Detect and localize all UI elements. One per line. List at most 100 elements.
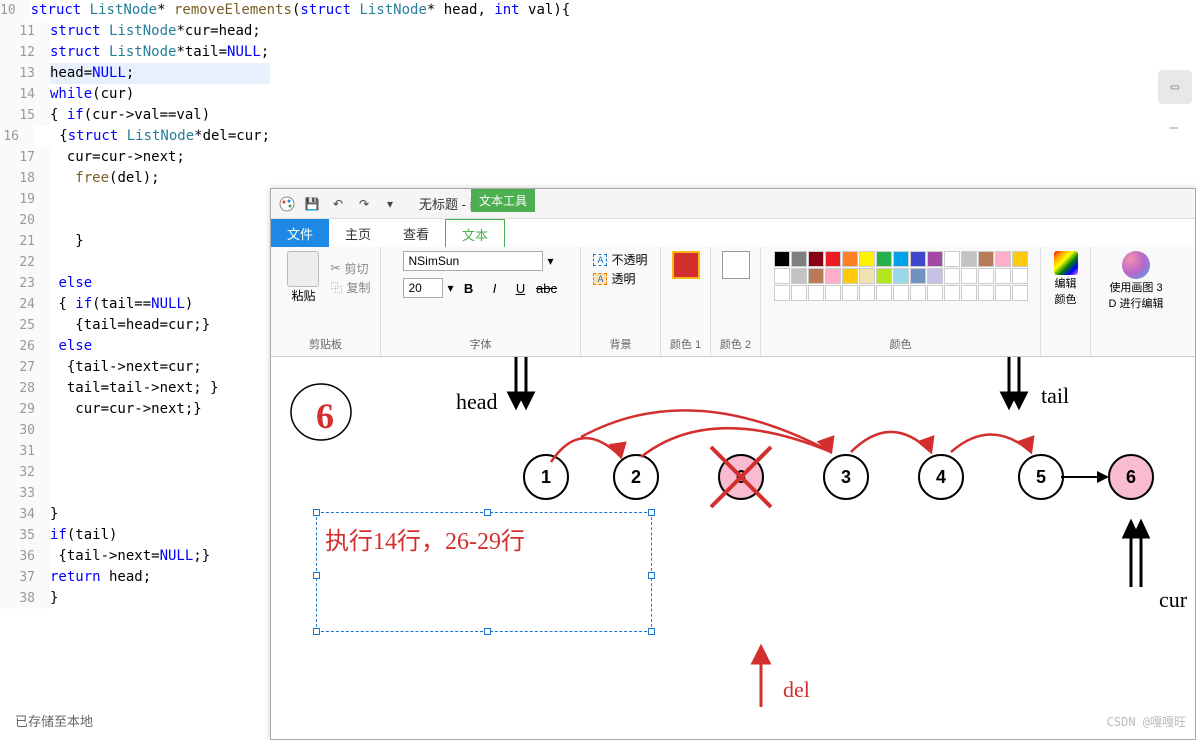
code-line-26[interactable]: 26 else: [0, 336, 270, 357]
code-line-35[interactable]: 35if(tail): [0, 525, 270, 546]
palette-color[interactable]: [995, 285, 1011, 301]
palette-color[interactable]: [774, 251, 790, 267]
code-line-28[interactable]: 28 tail=tail->next; }: [0, 378, 270, 399]
palette-color[interactable]: [876, 251, 892, 267]
palette-color[interactable]: [910, 268, 926, 284]
code-line-18[interactable]: 18 free(del);: [0, 168, 270, 189]
code-line-14[interactable]: 14while(cur): [0, 84, 270, 105]
code-line-36[interactable]: 36 {tail->next=NULL;}: [0, 546, 270, 567]
palette-color[interactable]: [995, 268, 1011, 284]
palette-color[interactable]: [995, 251, 1011, 267]
palette-color[interactable]: [842, 251, 858, 267]
qat-dropdown-icon[interactable]: ▾: [381, 195, 399, 213]
code-line-33[interactable]: 33: [0, 483, 270, 504]
code-line-25[interactable]: 25 {tail=head=cur;}: [0, 315, 270, 336]
palette-color[interactable]: [893, 268, 909, 284]
palette-color[interactable]: [825, 285, 841, 301]
palette-color[interactable]: [978, 251, 994, 267]
code-line-19[interactable]: 19: [0, 189, 270, 210]
paint-canvas[interactable]: 1263456: [271, 357, 1195, 739]
code-line-27[interactable]: 27 {tail->next=cur;: [0, 357, 270, 378]
paint3d-button[interactable]: 使用画图 3 D 进行编辑: [1108, 251, 1164, 311]
undo-icon[interactable]: ↶: [329, 195, 347, 213]
palette-color[interactable]: [876, 285, 892, 301]
palette-color[interactable]: [978, 268, 994, 284]
color1-button[interactable]: [672, 251, 700, 281]
palette-color[interactable]: [927, 268, 943, 284]
transparent-option[interactable]: A透明: [593, 270, 647, 287]
code-line-17[interactable]: 17 cur=cur->next;: [0, 147, 270, 168]
paste-button[interactable]: 粘贴: [280, 251, 326, 304]
edit-colors-button[interactable]: 编辑 颜色: [1038, 251, 1094, 307]
palette-color[interactable]: [876, 268, 892, 284]
cut-button[interactable]: ✂剪切: [330, 260, 370, 277]
code-line-11[interactable]: 11struct ListNode*cur=head;: [0, 21, 270, 42]
palette-color[interactable]: [842, 285, 858, 301]
palette-color[interactable]: [1012, 285, 1028, 301]
palette-color[interactable]: [927, 285, 943, 301]
palette-color[interactable]: [808, 285, 824, 301]
code-line-23[interactable]: 23 else: [0, 273, 270, 294]
text-input-frame[interactable]: 执行14行，26-29行: [316, 512, 652, 632]
font-size-select[interactable]: [403, 278, 443, 298]
opaque-option[interactable]: A不透明: [593, 251, 647, 268]
code-line-10[interactable]: 10struct ListNode* removeElements(struct…: [0, 0, 270, 21]
palette-color[interactable]: [910, 285, 926, 301]
strike-button[interactable]: abc: [536, 277, 558, 299]
code-line-16[interactable]: 16 {struct ListNode*del=cur;: [0, 126, 270, 147]
palette-color[interactable]: [808, 251, 824, 267]
palette-color[interactable]: [910, 251, 926, 267]
palette-color[interactable]: [944, 268, 960, 284]
palette-color[interactable]: [927, 251, 943, 267]
palette-color[interactable]: [893, 285, 909, 301]
color2-button[interactable]: [722, 251, 750, 281]
palette-color[interactable]: [842, 268, 858, 284]
palette-color[interactable]: [791, 268, 807, 284]
palette-color[interactable]: [825, 268, 841, 284]
code-line-12[interactable]: 12struct ListNode*tail=NULL;: [0, 42, 270, 63]
code-line-20[interactable]: 20: [0, 210, 270, 231]
code-line-38[interactable]: 38}: [0, 588, 270, 609]
palette-color[interactable]: [944, 285, 960, 301]
palette-color[interactable]: [1012, 268, 1028, 284]
code-line-24[interactable]: 24 { if(tail==NULL): [0, 294, 270, 315]
palette-color[interactable]: [808, 268, 824, 284]
palette-color[interactable]: [961, 251, 977, 267]
code-line-22[interactable]: 22: [0, 252, 270, 273]
code-line-32[interactable]: 32: [0, 462, 270, 483]
font-dropdown-icon[interactable]: ▾: [547, 254, 553, 268]
bold-button[interactable]: B: [458, 277, 480, 299]
palette-color[interactable]: [961, 268, 977, 284]
code-line-34[interactable]: 34}: [0, 504, 270, 525]
palette-color[interactable]: [978, 285, 994, 301]
palette-color[interactable]: [791, 251, 807, 267]
palette-color[interactable]: [893, 251, 909, 267]
copy-button[interactable]: ⿻复制: [330, 279, 370, 296]
underline-button[interactable]: U: [510, 277, 532, 299]
ribbon-tab-file[interactable]: 文件: [271, 219, 329, 247]
italic-button[interactable]: I: [484, 277, 506, 299]
save-icon[interactable]: 💾: [303, 195, 321, 213]
code-line-29[interactable]: 29 cur=cur->next;}: [0, 399, 270, 420]
code-line-15[interactable]: 15{ if(cur->val==val): [0, 105, 270, 126]
redo-icon[interactable]: ↷: [355, 195, 373, 213]
palette-color[interactable]: [944, 251, 960, 267]
palette-color[interactable]: [774, 268, 790, 284]
ribbon-tab-view[interactable]: 查看: [387, 219, 445, 247]
palette-color[interactable]: [774, 285, 790, 301]
palette-color[interactable]: [1012, 251, 1028, 267]
code-line-30[interactable]: 30: [0, 420, 270, 441]
font-name-select[interactable]: [403, 251, 543, 271]
palette-color[interactable]: [859, 251, 875, 267]
palette-color[interactable]: [791, 285, 807, 301]
code-line-13[interactable]: 13head=NULL;: [0, 63, 270, 84]
code-line-37[interactable]: 37return head;: [0, 567, 270, 588]
palette-color[interactable]: [961, 285, 977, 301]
code-editor[interactable]: 10struct ListNode* removeElements(struct…: [0, 0, 270, 700]
ribbon-tab-home[interactable]: 主页: [329, 219, 387, 247]
palette-color[interactable]: [825, 251, 841, 267]
palette-color[interactable]: [859, 285, 875, 301]
palette-color[interactable]: [859, 268, 875, 284]
code-line-31[interactable]: 31: [0, 441, 270, 462]
code-line-21[interactable]: 21 }: [0, 231, 270, 252]
